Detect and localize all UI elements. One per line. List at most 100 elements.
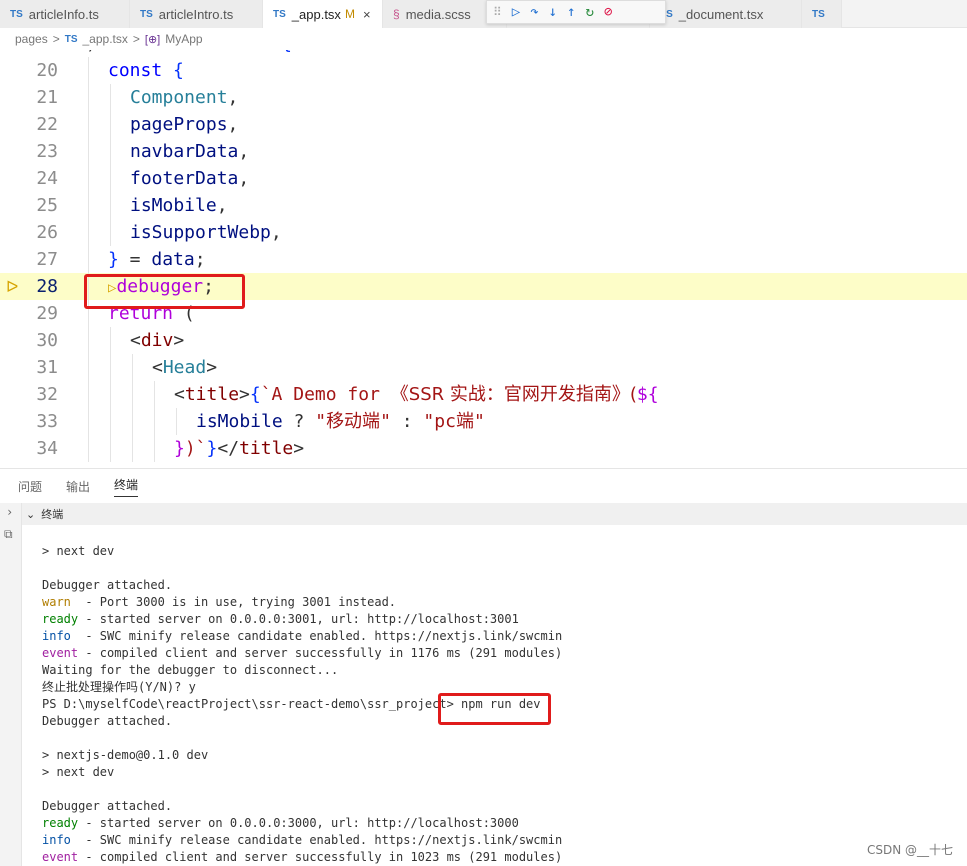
code-line[interactable]: 21 Component,	[0, 84, 967, 111]
terminal-line: 终止批处理操作吗(Y/N)? y	[42, 679, 196, 696]
terminal-line: Debugger attached.	[42, 798, 172, 815]
terminal-text: - SWC minify release candidate enabled. …	[70, 629, 563, 643]
terminal-split-icon[interactable]: ⧉	[4, 527, 13, 542]
terminal-line: event - compiled client and server succe…	[42, 849, 562, 866]
restart-icon[interactable]: ↻	[586, 5, 594, 19]
line-number: 27	[36, 249, 58, 270]
terminal-text: Debugger attached.	[42, 799, 173, 813]
tab-document-tsx[interactable]: TS _document.tsx	[650, 0, 802, 28]
line-number: 30	[36, 330, 58, 351]
terminal-line: ready - started server on 0.0.0.0:3001, …	[42, 611, 519, 628]
terminal-text: > next dev	[42, 544, 115, 558]
breadcrumb: pages > TS _app.tsx > [⊕] MyApp	[0, 28, 967, 50]
indent-guide	[132, 354, 133, 381]
terminal-line: info - SWC minify release candidate enab…	[42, 832, 562, 849]
terminal-text: 终止批处理操作吗(Y/N)? y	[42, 680, 196, 694]
code-line[interactable]: 33 isMobile ? "移动端" : "pc端"	[0, 408, 967, 435]
panel-tab-1[interactable]: 输出	[66, 478, 90, 495]
terminal-output[interactable]: > next dev Debugger attached. warn - Port …	[22, 525, 967, 866]
code-line[interactable]: 27 } = data;	[0, 246, 967, 273]
continue-icon[interactable]: ▷	[512, 5, 520, 19]
terminal-line: info - SWC minify release candidate enab…	[42, 628, 562, 645]
modified-indicator: M	[344, 7, 355, 21]
terminal-line: Debugger attached.	[42, 713, 172, 730]
breadcrumb-file[interactable]: _app.tsx	[83, 32, 128, 46]
indent-guide	[176, 408, 177, 435]
terminal-text: - compiled client and server successfull…	[78, 646, 563, 660]
code-text: const {	[108, 60, 184, 81]
terminal-section-header[interactable]: ⌄ 终端	[22, 503, 967, 525]
line-number: 28	[36, 276, 58, 297]
code-line[interactable]: 31 <Head>	[0, 354, 967, 381]
code-text: })`}</title>	[174, 438, 305, 459]
terminal-line: event - compiled client and server succe…	[42, 645, 562, 662]
line-number: 24	[36, 168, 58, 189]
step-out-icon[interactable]: ↑	[567, 5, 575, 19]
panel-tab-0[interactable]: 问题	[18, 478, 42, 495]
typescript-file-icon: TS	[273, 8, 286, 20]
terminal-text: - started server on 0.0.0.0:3001, url: h…	[78, 612, 519, 626]
breadcrumb-folder[interactable]: pages	[15, 32, 48, 46]
indent-guide	[154, 408, 155, 435]
terminal-line: warn - Port 3000 is in use, trying 3001 …	[42, 594, 396, 611]
terminal-line: > next dev	[42, 764, 114, 781]
code-editor[interactable]: 19): JSX.Element => {20const {21Componen…	[0, 36, 967, 468]
indent-guide	[110, 408, 111, 435]
chevron-down-icon[interactable]: ⌄	[26, 508, 35, 521]
code-text: isSupportWebp,	[130, 222, 282, 243]
code-text: navbarData,	[130, 141, 250, 162]
tab-app-tsx[interactable]: TS _app.tsx M ×	[263, 0, 383, 28]
code-line[interactable]: 32 <title>{`A Demo for 《SSR 实战：官网开发指南》(${	[0, 381, 967, 408]
line-number: 21	[36, 87, 58, 108]
code-text: <title>{`A Demo for 《SSR 实战：官网开发指南》(${	[174, 384, 659, 405]
typescript-file-icon: TS	[140, 8, 153, 20]
annotation-highlight-box	[84, 274, 245, 309]
code-text: } = data;	[108, 249, 206, 270]
indent-guide	[132, 435, 133, 462]
code-line[interactable]: 25 isMobile,	[0, 192, 967, 219]
code-line[interactable]: 30 <div>	[0, 327, 967, 354]
indent-guide	[132, 408, 133, 435]
code-line[interactable]: 26 isSupportWebp,	[0, 219, 967, 246]
panel-tab-2[interactable]: 终端	[114, 476, 139, 497]
code-line[interactable]: 24 footerData,	[0, 165, 967, 192]
code-line[interactable]: 20 const {	[0, 57, 967, 84]
line-number: 31	[36, 357, 58, 378]
line-number: 22	[36, 114, 58, 135]
indent-guide	[110, 165, 111, 192]
indent-guide	[88, 192, 89, 219]
indent-guide	[88, 138, 89, 165]
code-line[interactable]: 22 pageProps,	[0, 111, 967, 138]
code-text: Component,	[130, 87, 239, 108]
terminal-text: - started server on 0.0.0.0:3000, url: h…	[78, 816, 519, 830]
code-line[interactable]: 23 navbarData,	[0, 138, 967, 165]
terminal-text: - Port 3000 is in use, trying 3001 inste…	[70, 595, 397, 609]
tab-articleinfo-ts[interactable]: TS articleInfo.ts	[0, 0, 130, 28]
terminal-text: Debugger attached.	[42, 714, 173, 728]
disconnect-icon[interactable]: ⊘	[604, 5, 612, 19]
tab-label: media.scss	[405, 6, 471, 22]
step-over-icon[interactable]: ↷	[530, 5, 538, 19]
indent-guide	[110, 327, 111, 354]
terminal-text: - SWC minify release candidate enabled. …	[70, 833, 563, 847]
indent-guide	[88, 435, 89, 462]
indent-guide	[132, 381, 133, 408]
tab-articleintro-ts[interactable]: TS articleIntro.ts	[130, 0, 263, 28]
step-into-icon[interactable]: ↓	[549, 5, 557, 19]
code-line[interactable]: 34})`}</title>	[0, 435, 967, 462]
indent-guide	[88, 246, 89, 273]
log-level-label: info	[42, 629, 71, 643]
typescript-file-icon: TS	[10, 8, 23, 20]
breadcrumb-symbol[interactable]: MyApp	[165, 32, 202, 46]
indent-guide	[110, 84, 111, 111]
drag-handle-icon[interactable]: ⠿	[493, 5, 502, 19]
chevron-right-icon[interactable]: ›	[6, 505, 13, 519]
scss-file-icon: §	[393, 7, 400, 21]
line-number: 25	[36, 195, 58, 216]
terminal-line: Waiting for the debugger to disconnect..…	[42, 662, 338, 679]
tab-ts[interactable]: TS	[802, 0, 842, 28]
close-icon[interactable]: ×	[363, 7, 371, 22]
indent-guide	[88, 111, 89, 138]
terminal-text: - compiled client and server successfull…	[78, 850, 563, 864]
indent-guide	[154, 381, 155, 408]
